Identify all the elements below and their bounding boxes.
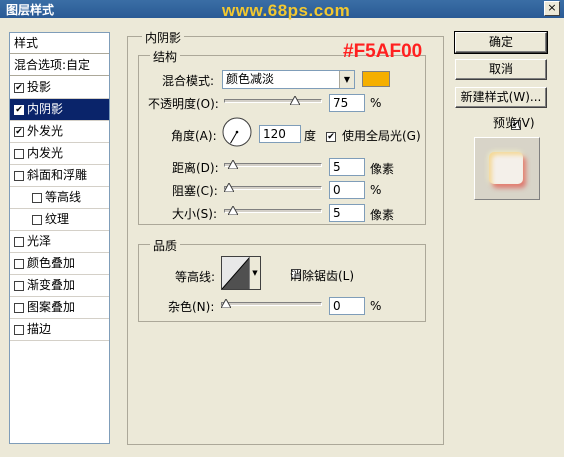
style-item-label: 等高线: [45, 190, 82, 204]
preview-swatch: [489, 152, 523, 184]
opacity-label: 不透明度(O):: [148, 97, 219, 111]
style-item-5[interactable]: 等高线: [10, 187, 109, 209]
style-item-label: 投影: [27, 80, 52, 94]
blend-mode-select[interactable]: 颜色减淡 ▼: [222, 70, 355, 89]
style-item-1[interactable]: ✔ 内阴影: [10, 99, 109, 121]
style-item-6[interactable]: 纹理: [10, 209, 109, 231]
watermark: www.68ps.com: [222, 1, 351, 20]
choke-label: 阻塞(C):: [172, 184, 218, 198]
opacity-slider-thumb[interactable]: [290, 96, 300, 105]
style-item-label: 图案叠加: [27, 300, 76, 314]
style-item-checkbox[interactable]: [14, 280, 24, 291]
shadow-color-swatch[interactable]: [362, 71, 390, 87]
global-light-label: 使用全局光(G): [342, 129, 421, 143]
blend-mode-value: 颜色减淡: [226, 72, 275, 86]
ok-button[interactable]: 确定: [454, 31, 548, 54]
distance-label: 距离(D):: [172, 161, 219, 175]
style-item-checkbox[interactable]: ✔: [14, 126, 24, 137]
style-item-label: 描边: [27, 322, 52, 336]
cancel-button[interactable]: 取消: [455, 59, 547, 80]
noise-label: 杂色(N):: [168, 300, 215, 314]
style-item-label: 斜面和浮雕: [27, 168, 88, 182]
size-slider-thumb[interactable]: [228, 206, 239, 215]
size-input[interactable]: 5: [329, 204, 365, 222]
noise-slider[interactable]: [221, 302, 322, 306]
distance-unit: 像素: [370, 162, 395, 176]
style-item-label: 内发光: [27, 146, 64, 160]
angle-dial[interactable]: [221, 116, 253, 148]
angle-unit: 度: [304, 129, 317, 143]
size-unit: 像素: [370, 208, 395, 222]
style-item-11[interactable]: 描边: [10, 319, 109, 341]
opacity-input[interactable]: 75: [329, 94, 365, 112]
noise-slider-thumb[interactable]: [221, 299, 231, 308]
noise-percent: %: [370, 299, 382, 313]
style-item-label: 纹理: [45, 212, 70, 226]
size-slider[interactable]: [224, 209, 322, 213]
choke-slider[interactable]: [224, 186, 322, 190]
distance-input[interactable]: 5: [329, 158, 365, 176]
inner-shadow-title: 内阴影: [142, 29, 185, 46]
antialias-label: 消除锯齿(L): [290, 269, 355, 283]
style-item-checkbox[interactable]: [14, 170, 24, 181]
styles-header[interactable]: 样式: [10, 33, 109, 54]
style-item-checkbox[interactable]: [32, 214, 42, 225]
style-item-checkbox[interactable]: ✔: [14, 82, 24, 93]
color-hex-annotation: #F5AF00: [343, 41, 423, 62]
opacity-slider[interactable]: [224, 99, 322, 103]
choke-input[interactable]: 0: [329, 181, 365, 199]
noise-input[interactable]: 0: [329, 297, 365, 315]
close-button[interactable]: ×: [544, 1, 560, 16]
style-item-label: 外发光: [27, 124, 64, 138]
size-label: 大小(S):: [172, 207, 218, 221]
style-item-label: 内阴影: [27, 102, 64, 116]
style-item-2[interactable]: ✔ 外发光: [10, 121, 109, 143]
style-item-checkbox[interactable]: [14, 324, 24, 335]
style-item-10[interactable]: 图案叠加: [10, 297, 109, 319]
style-item-7[interactable]: 光泽: [10, 231, 109, 253]
chevron-down-icon[interactable]: ▼: [339, 71, 354, 88]
choke-slider-thumb[interactable]: [224, 183, 234, 192]
quality-title: 品质: [150, 237, 181, 254]
preview-label: 预览(V): [493, 116, 535, 130]
distance-slider-thumb[interactable]: [228, 160, 239, 169]
distance-slider[interactable]: [224, 163, 322, 167]
style-list: 样式 混合选项:自定 ✔ 投影 ✔ 内阴影 ✔ 外发光 内发光 斜面和浮雕 等高线 纹理 光泽 颜色叠…: [9, 32, 110, 444]
style-item-0[interactable]: ✔ 投影: [10, 77, 109, 99]
new-style-button[interactable]: 新建样式(W)...: [455, 87, 547, 108]
style-item-checkbox[interactable]: [14, 236, 24, 247]
style-item-label: 颜色叠加: [27, 256, 76, 270]
blend-mode-label: 混合模式:: [162, 74, 215, 88]
style-item-checkbox[interactable]: [32, 192, 42, 203]
chevron-down-icon[interactable]: ▼: [249, 257, 260, 289]
blending-options-header[interactable]: 混合选项:自定: [10, 55, 109, 76]
style-item-8[interactable]: 颜色叠加: [10, 253, 109, 275]
global-light-checkbox[interactable]: ✔: [326, 132, 336, 142]
style-preview: [474, 137, 540, 200]
angle-input[interactable]: 120: [259, 125, 301, 143]
style-item-checkbox[interactable]: [14, 148, 24, 159]
style-item-label: 渐变叠加: [27, 278, 76, 292]
style-item-3[interactable]: 内发光: [10, 143, 109, 165]
style-item-checkbox[interactable]: ✔: [14, 104, 24, 115]
style-item-4[interactable]: 斜面和浮雕: [10, 165, 109, 187]
contour-picker[interactable]: ▼: [221, 256, 261, 290]
angle-label: 角度(A):: [171, 129, 217, 143]
window-title: 图层样式: [6, 3, 55, 17]
style-item-checkbox[interactable]: [14, 302, 24, 313]
style-item-9[interactable]: 渐变叠加: [10, 275, 109, 297]
opacity-percent: %: [370, 96, 382, 110]
contour-label: 等高线:: [175, 270, 216, 284]
style-item-checkbox[interactable]: [14, 258, 24, 269]
choke-percent: %: [370, 183, 382, 197]
style-item-label: 光泽: [27, 234, 52, 248]
structure-title: 结构: [150, 48, 181, 65]
contour-preview-icon: [222, 257, 250, 289]
